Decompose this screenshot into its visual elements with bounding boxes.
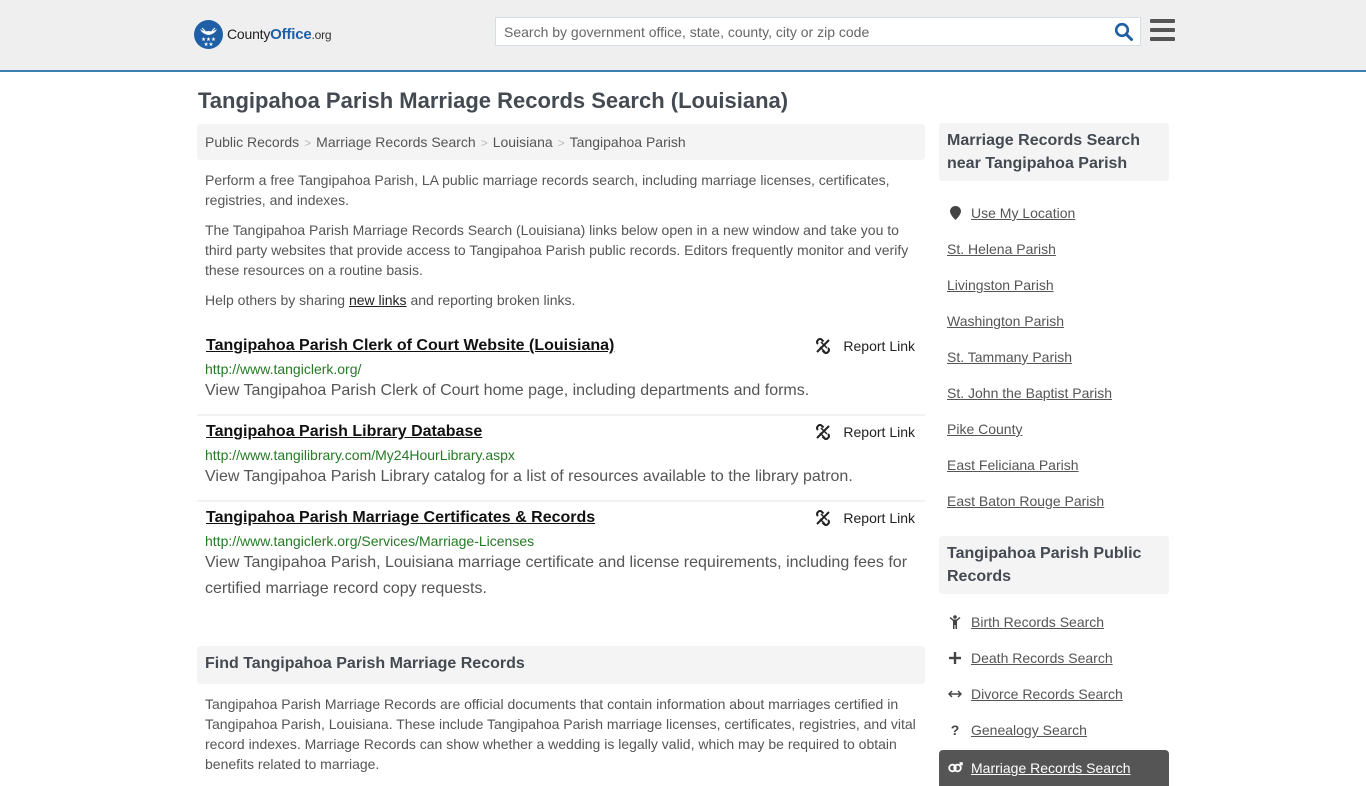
arrows-horizontal-icon (947, 689, 963, 699)
sidebar-item-birth-records[interactable]: Birth Records Search (939, 604, 1169, 640)
eagle-logo-icon: ★★★ ★★ (194, 20, 223, 49)
intro-paragraph-2: The Tangipahoa Parish Marriage Records S… (205, 222, 909, 278)
nearby-item[interactable]: St. Tammany Parish (939, 339, 1169, 375)
nearby-item[interactable]: East Baton Rouge Parish (939, 483, 1169, 519)
search-icon[interactable] (1114, 22, 1134, 42)
plus-icon (947, 652, 963, 664)
nearby-link[interactable]: Washington Parish (947, 313, 1064, 329)
divorce-records-link[interactable]: Divorce Records Search (971, 686, 1123, 702)
find-records-text: Tangipahoa Parish Marriage Records are o… (205, 696, 916, 772)
intro-text: and reporting broken links. (406, 292, 576, 308)
menu-bar (1150, 37, 1175, 41)
result-item: Tangipahoa Parish Library Database Repor… (197, 416, 925, 502)
genealogy-link[interactable]: Genealogy Search (971, 722, 1087, 738)
nearby-link[interactable]: East Feliciana Parish (947, 457, 1079, 473)
nearby-link[interactable]: St. Tammany Parish (947, 349, 1072, 365)
report-link-button[interactable]: Report Link (815, 424, 915, 440)
birth-records-link[interactable]: Birth Records Search (971, 614, 1104, 630)
result-item: Tangipahoa Parish Clerk of Court Website… (197, 330, 925, 416)
result-description: View Tangipahoa Parish Library catalog f… (205, 468, 853, 485)
sidebar-item-divorce-records[interactable]: Divorce Records Search (939, 676, 1169, 712)
logo-brand-left: County (227, 26, 271, 42)
death-records-link[interactable]: Death Records Search (971, 650, 1113, 666)
question-icon: ? (950, 722, 960, 738)
public-records-list: Birth Records Search Death Records Searc… (939, 604, 1169, 786)
logo-tld: .org (311, 28, 332, 42)
new-links-link[interactable]: new links (349, 292, 407, 308)
svg-text:★★: ★★ (204, 42, 214, 48)
breadcrumb-public-records[interactable]: Public Records (205, 134, 299, 150)
result-item: Tangipahoa Parish Marriage Certificates … (197, 502, 925, 612)
result-description: View Tangipahoa Parish, Louisiana marria… (205, 554, 908, 597)
breadcrumb-separator: > (304, 136, 312, 150)
sidebar-public-records: Tangipahoa Parish Public Records Birth R… (939, 536, 1169, 786)
menu-bar (1150, 28, 1175, 32)
intro-section: Perform a free Tangipahoa Parish, LA pub… (197, 170, 925, 310)
report-link-label: Report Link (843, 338, 915, 354)
find-records-heading: Find Tangipahoa Parish Marriage Records (197, 646, 925, 684)
nearby-item[interactable]: East Feliciana Parish (939, 447, 1169, 483)
nearby-item[interactable]: St. John the Baptist Parish (939, 375, 1169, 411)
page-title: Tangipahoa Parish Marriage Records Searc… (198, 88, 789, 113)
broken-link-icon (816, 338, 831, 354)
result-title-link[interactable]: Tangipahoa Parish Clerk of Court Website… (206, 336, 614, 356)
result-description: View Tangipahoa Parish Clerk of Court ho… (205, 382, 810, 399)
breadcrumb-separator: > (480, 136, 488, 150)
site-header: ★★★ ★★ CountyOffice.org (0, 0, 1366, 72)
marriage-records-link[interactable]: Marriage Records Search (971, 760, 1131, 776)
sidebar-public-heading: Tangipahoa Parish Public Records (939, 536, 1169, 594)
nearby-item[interactable]: St. Helena Parish (939, 231, 1169, 267)
intro-paragraph-1: Perform a free Tangipahoa Parish, LA pub… (205, 172, 890, 208)
breadcrumb-louisiana[interactable]: Louisiana (493, 134, 553, 150)
breadcrumb-separator: > (557, 136, 565, 150)
nearby-item[interactable]: Washington Parish (939, 303, 1169, 339)
breadcrumb: Public Records > Marriage Records Search > L… (197, 124, 925, 160)
nearby-link[interactable]: Pike County (947, 421, 1022, 437)
nearby-link[interactable]: Livingston Parish (947, 277, 1054, 293)
broken-link-icon (816, 424, 831, 440)
map-marker-icon (947, 206, 963, 220)
logo-brand-right: Office (270, 26, 312, 43)
search-bar (495, 17, 1141, 46)
nearby-item[interactable]: Livingston Parish (939, 267, 1169, 303)
use-my-location-link[interactable]: Use My Location (971, 205, 1075, 221)
breadcrumb-tangipahoa-parish[interactable]: Tangipahoa Parish (570, 134, 686, 150)
sidebar-nearby: Marriage Records Search near Tangipahoa … (939, 123, 1169, 519)
use-my-location-item[interactable]: Use My Location (939, 195, 1169, 231)
result-url[interactable]: http://www.tangiclerk.org/ (205, 360, 917, 378)
nearby-link[interactable]: East Baton Rouge Parish (947, 493, 1104, 509)
result-title-link[interactable]: Tangipahoa Parish Marriage Certificates … (206, 508, 595, 528)
nearby-link[interactable]: St. Helena Parish (947, 241, 1056, 257)
logo-text: CountyOffice.org (227, 26, 332, 43)
report-link-button[interactable]: Report Link (815, 338, 915, 354)
sidebar-item-genealogy[interactable]: ? Genealogy Search (939, 712, 1169, 748)
main-content: Public Records > Marriage Records Search > L… (197, 124, 925, 774)
nearby-item[interactable]: Pike County (939, 411, 1169, 447)
sidebar-nearby-heading: Marriage Records Search near Tangipahoa … (939, 123, 1169, 181)
breadcrumb-marriage-records-search[interactable]: Marriage Records Search (316, 134, 476, 150)
intro-text: Help others by sharing (205, 292, 349, 308)
menu-bar (1150, 19, 1175, 23)
report-link-button[interactable]: Report Link (815, 510, 915, 526)
broken-link-icon (816, 510, 831, 526)
intro-paragraph-3: Help others by sharing new links and rep… (197, 290, 925, 310)
result-title-link[interactable]: Tangipahoa Parish Library Database (206, 422, 482, 442)
results-list: Tangipahoa Parish Clerk of Court Website… (197, 330, 925, 612)
report-link-label: Report Link (843, 510, 915, 526)
sidebar-item-marriage-records[interactable]: Marriage Records Search (939, 750, 1169, 786)
sidebar-item-death-records[interactable]: Death Records Search (939, 640, 1169, 676)
report-link-label: Report Link (843, 424, 915, 440)
result-url[interactable]: http://www.tangiclerk.org/Services/Marri… (205, 532, 917, 550)
result-url[interactable]: http://www.tangilibrary.com/My24HourLibr… (205, 446, 917, 464)
child-icon (947, 615, 963, 629)
hamburger-menu-icon[interactable] (1150, 19, 1175, 41)
nearby-list: Use My Location St. Helena Parish Living… (939, 195, 1169, 519)
site-logo[interactable]: ★★★ ★★ CountyOffice.org (194, 20, 332, 49)
search-input[interactable] (496, 18, 1106, 45)
nearby-link[interactable]: St. John the Baptist Parish (947, 385, 1112, 401)
venus-mars-icon (947, 762, 963, 774)
